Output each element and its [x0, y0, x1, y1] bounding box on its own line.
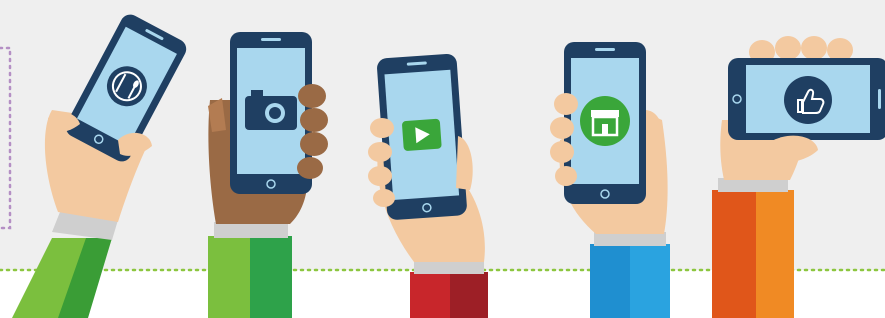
sleeve-3-shade [450, 272, 488, 318]
cuff-3 [414, 260, 484, 274]
illustration-canvas [0, 0, 885, 318]
cuff-2 [214, 222, 288, 238]
phone-4 [564, 42, 646, 204]
sleeve-2-shade [250, 236, 292, 318]
sleeve-5-shade [756, 190, 794, 318]
play-video-icon [402, 118, 442, 151]
phone-5 [728, 58, 885, 140]
phones-illustration [0, 0, 885, 318]
thumbs-up-icon [784, 76, 832, 124]
cuff-4 [594, 232, 666, 246]
cuff-5 [718, 178, 788, 192]
sleeve-4-shade [630, 244, 670, 318]
store-icon [580, 96, 630, 146]
camera-icon [245, 90, 297, 130]
